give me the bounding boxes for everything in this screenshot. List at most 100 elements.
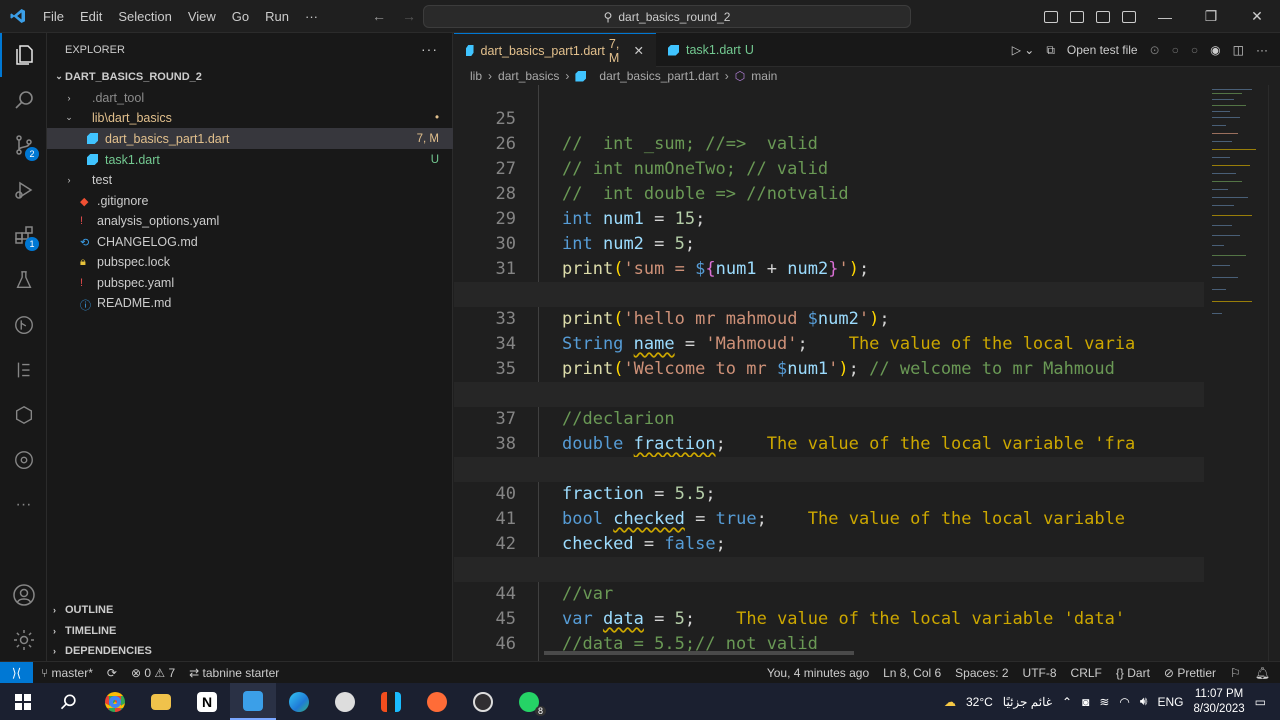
- focus-app-icon[interactable]: [322, 683, 368, 720]
- tabnine-item[interactable]: ⇄ tabnine starter: [189, 666, 279, 680]
- camera-icon[interactable]: ◙: [1082, 695, 1089, 709]
- breadcrumb-lib[interactable]: lib: [470, 69, 482, 83]
- open-test-file-icon[interactable]: ⧉: [1046, 43, 1055, 58]
- explorer-icon[interactable]: [0, 33, 47, 77]
- feedback-icon[interactable]: ⚐: [1230, 666, 1241, 680]
- git-blame[interactable]: You, 4 minutes ago: [767, 666, 869, 680]
- taskbar-search-icon[interactable]: [46, 683, 92, 720]
- cursor-position[interactable]: Ln 8, Col 6: [883, 666, 941, 680]
- tree-item-lib-dart-basics[interactable]: ⌄ lib\dart_basics •: [47, 107, 453, 128]
- menu-edit[interactable]: Edit: [72, 9, 110, 24]
- more-views-icon[interactable]: ···: [0, 483, 47, 527]
- clock[interactable]: 11:07 PM 8/30/2023: [1193, 687, 1244, 717]
- temperature[interactable]: 32°C: [966, 695, 993, 709]
- notion-icon[interactable]: N: [184, 683, 230, 720]
- file-explorer-icon[interactable]: [138, 683, 184, 720]
- back-arrow-icon[interactable]: ←: [372, 8, 386, 24]
- windows-start-icon[interactable]: [0, 683, 46, 720]
- menu-selection[interactable]: Selection: [110, 9, 179, 24]
- customize-layout-icon[interactable]: [1122, 10, 1136, 23]
- split-editor-icon[interactable]: ◫: [1233, 43, 1244, 57]
- tree-item-analysis-options[interactable]: ! analysis_options.yaml: [47, 210, 453, 231]
- breadcrumb-dart-basics[interactable]: dart_basics: [498, 69, 559, 83]
- toggle-panel-icon[interactable]: [1070, 10, 1084, 23]
- tree-item-pubspec-yaml[interactable]: ! pubspec.yaml: [47, 272, 453, 293]
- account-icon[interactable]: [0, 573, 47, 617]
- tree-item-task1[interactable]: task1.dart U: [47, 149, 453, 170]
- whatsapp-icon[interactable]: 8: [506, 683, 552, 720]
- prettier-item[interactable]: ⊘ Prettier: [1164, 666, 1216, 680]
- toggle-sidebar-icon[interactable]: [1044, 10, 1058, 23]
- breadcrumb-main[interactable]: main: [751, 69, 777, 83]
- close-window-button[interactable]: ✕: [1234, 0, 1280, 33]
- weather-icon[interactable]: ☁︎: [944, 695, 956, 709]
- branch-item[interactable]: ⑂ master*: [41, 666, 93, 680]
- testing-flask-icon[interactable]: [0, 258, 47, 302]
- vscode-taskbar-icon[interactable]: [230, 683, 276, 720]
- settings-gear-icon[interactable]: [0, 618, 47, 662]
- postman-icon[interactable]: [414, 683, 460, 720]
- remote-icon[interactable]: ⟩⟨: [0, 661, 33, 684]
- source-control-icon[interactable]: 2: [0, 123, 47, 167]
- breadcrumb-file[interactable]: dart_basics_part1.dart: [599, 69, 718, 83]
- run-debug-icon[interactable]: [0, 168, 47, 212]
- end-of-line[interactable]: CRLF: [1071, 666, 1102, 680]
- menu-go[interactable]: Go: [224, 9, 257, 24]
- tab-dart-basics-part1[interactable]: dart_basics_part1.dart 7, M ✕: [454, 33, 656, 67]
- timeline-icon[interactable]: ◉: [1210, 43, 1220, 57]
- close-tab-icon[interactable]: ✕: [634, 43, 644, 58]
- toggle-secondary-sidebar-icon[interactable]: [1096, 10, 1110, 23]
- tree-item-pubspec-lock[interactable]: 🔒︎ pubspec.lock: [47, 251, 453, 272]
- notifications-bell-icon[interactable]: 🔔︎: [1255, 666, 1270, 680]
- vertical-scrollbar[interactable]: [1268, 85, 1280, 661]
- workspace-root[interactable]: ⌄ DART_BASICS_ROUND_2: [47, 66, 453, 87]
- next-change-icon[interactable]: ○: [1191, 43, 1198, 57]
- obs-icon[interactable]: [460, 683, 506, 720]
- network-icon[interactable]: ≋: [1099, 695, 1109, 709]
- timeline-section[interactable]: › TIMELINE: [47, 621, 453, 641]
- run-icon[interactable]: ▷ ⌄: [1012, 43, 1035, 57]
- tray-chevron-up-icon[interactable]: ⌃: [1062, 695, 1072, 709]
- indentation[interactable]: Spaces: 2: [955, 666, 1008, 680]
- input-language[interactable]: ENG: [1157, 695, 1183, 709]
- dependencies-section[interactable]: › DEPENDENCIES: [47, 641, 453, 661]
- tree-item-gitignore[interactable]: ◆ .gitignore: [47, 190, 453, 211]
- code-editor[interactable]: 25 // int _sum; //=> valid 26 // int num…: [454, 85, 1280, 661]
- notifications-icon[interactable]: ▭: [1255, 695, 1266, 709]
- gitlens-compare-icon[interactable]: ⊙: [1150, 43, 1160, 57]
- weather-label[interactable]: غائم جزئيًا: [1003, 695, 1052, 709]
- open-test-file-button[interactable]: Open test file: [1067, 43, 1138, 57]
- tree-item-readme[interactable]: ⓘ README.md: [47, 292, 453, 313]
- forward-arrow-icon[interactable]: →: [402, 8, 416, 24]
- wifi-icon[interactable]: ◠: [1119, 695, 1129, 709]
- tree-item-changelog[interactable]: ⟲ CHANGELOG.md: [47, 231, 453, 252]
- menu-more[interactable]: ···: [297, 9, 326, 24]
- command-center-search[interactable]: ⚲ dart_basics_round_2: [423, 5, 911, 28]
- sync-icon[interactable]: ⟳: [107, 666, 117, 680]
- editor-more-icon[interactable]: ···: [1256, 43, 1268, 57]
- previous-change-icon[interactable]: ○: [1172, 43, 1179, 57]
- chrome-icon[interactable]: [92, 683, 138, 720]
- tab-task1[interactable]: task1.dart U: [656, 33, 766, 67]
- language-mode[interactable]: {} Dart: [1116, 666, 1150, 680]
- encoding[interactable]: UTF-8: [1023, 666, 1057, 680]
- outline-section[interactable]: › OUTLINE: [47, 600, 453, 620]
- tree-item-test[interactable]: › test: [47, 169, 453, 190]
- outline-list-icon[interactable]: [0, 348, 47, 392]
- minimap[interactable]: [1206, 85, 1268, 661]
- tree-item-dart-basics-part1[interactable]: dart_basics_part1.dart 7, M: [47, 128, 453, 149]
- horizontal-scrollbar[interactable]: [544, 651, 854, 655]
- restore-button[interactable]: ❐: [1188, 0, 1234, 33]
- menu-file[interactable]: File: [35, 9, 72, 24]
- tree-item-dart-tool[interactable]: › .dart_tool: [47, 87, 453, 108]
- hexagon-extension-icon[interactable]: [0, 393, 47, 437]
- volume-icon[interactable]: 🔊︎: [1140, 694, 1148, 709]
- minimize-button[interactable]: —: [1142, 0, 1188, 33]
- git-graph-icon[interactable]: [0, 303, 47, 347]
- explorer-more-icon[interactable]: ···: [421, 41, 438, 57]
- menu-view[interactable]: View: [180, 9, 224, 24]
- menu-run[interactable]: Run: [257, 9, 297, 24]
- edge-icon[interactable]: [276, 683, 322, 720]
- search-sidebar-icon[interactable]: [0, 78, 47, 122]
- problems-item[interactable]: ⊗ 0 ⚠ 7: [131, 666, 175, 680]
